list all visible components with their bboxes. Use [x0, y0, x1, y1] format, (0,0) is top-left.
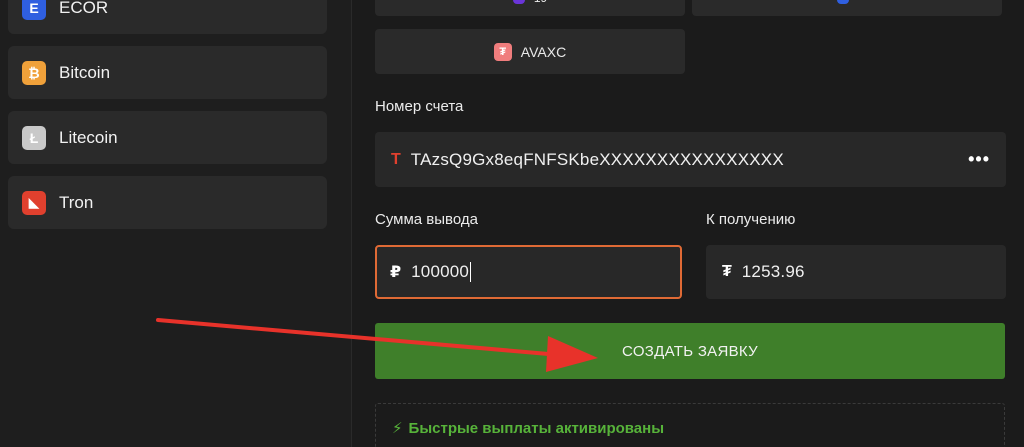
network-option-partial-left[interactable]: 19: [375, 0, 685, 16]
tron-icon: ◣: [22, 190, 46, 215]
ruble-icon: ₽: [390, 264, 402, 281]
notice-text: Быстрые выплаты активированы: [408, 419, 665, 437]
withdraw-form: 19 ₮ AVAXC Номер счета T TAzsQ9Gx8eqFNFS…: [353, 0, 1024, 447]
text-caret: [470, 262, 472, 282]
network-label: 19: [534, 0, 547, 5]
receive-value: 1253.96: [741, 262, 805, 281]
tether-icon: T: [391, 150, 401, 168]
account-value: TAzsQ9Gx8eqFNFSKbeXXXXXXXXXXXXXXXX: [410, 149, 784, 169]
receive-field: ₮ 1253.96: [706, 245, 1006, 299]
coin-label: ECOR: [59, 0, 109, 17]
tether-icon: ₮: [493, 42, 512, 61]
tether-icon: ₮: [722, 263, 732, 280]
coin-item-bitcoin[interactable]: ₿ Bitcoin: [8, 46, 327, 99]
coin-item-ecor[interactable]: E ECOR: [8, 0, 327, 34]
account-label: Номер счета: [375, 98, 464, 115]
receive-label: К получению: [706, 211, 796, 228]
network-icon: [512, 0, 525, 4]
network-icon: [836, 0, 849, 4]
coin-item-tron[interactable]: ◣ Tron: [8, 176, 327, 229]
network-option-partial-right[interactable]: [692, 0, 1002, 16]
coin-label: Litecoin: [59, 127, 118, 147]
coin-sidebar: E ECOR ₿ Bitcoin Ł Litecoin ◣ Tron: [0, 0, 352, 447]
coin-label: Bitcoin: [59, 62, 111, 82]
coin-label: Tron: [59, 192, 94, 212]
ecor-icon: E: [22, 0, 46, 20]
network-label: AVAXC: [520, 43, 567, 60]
litecoin-icon: Ł: [22, 125, 46, 150]
coin-item-litecoin[interactable]: Ł Litecoin: [8, 111, 327, 164]
lightning-icon: ⚡: [392, 420, 403, 437]
account-field[interactable]: T TAzsQ9Gx8eqFNFSKbeXXXXXXXXXXXXXXXX •••: [375, 132, 1006, 187]
bitcoin-icon: ₿: [22, 60, 46, 85]
network-option-avaxc[interactable]: ₮ AVAXC: [375, 29, 685, 74]
amount-value: 100000: [411, 262, 470, 281]
amount-input[interactable]: ₽ 100000: [375, 245, 682, 299]
amount-label: Сумма вывода: [375, 211, 478, 228]
more-icon[interactable]: •••: [968, 149, 990, 170]
fast-payout-notice: ⚡ Быстрые выплаты активированы: [375, 403, 1005, 447]
create-request-button[interactable]: СОЗДАТЬ ЗАЯВКУ: [375, 323, 1005, 379]
